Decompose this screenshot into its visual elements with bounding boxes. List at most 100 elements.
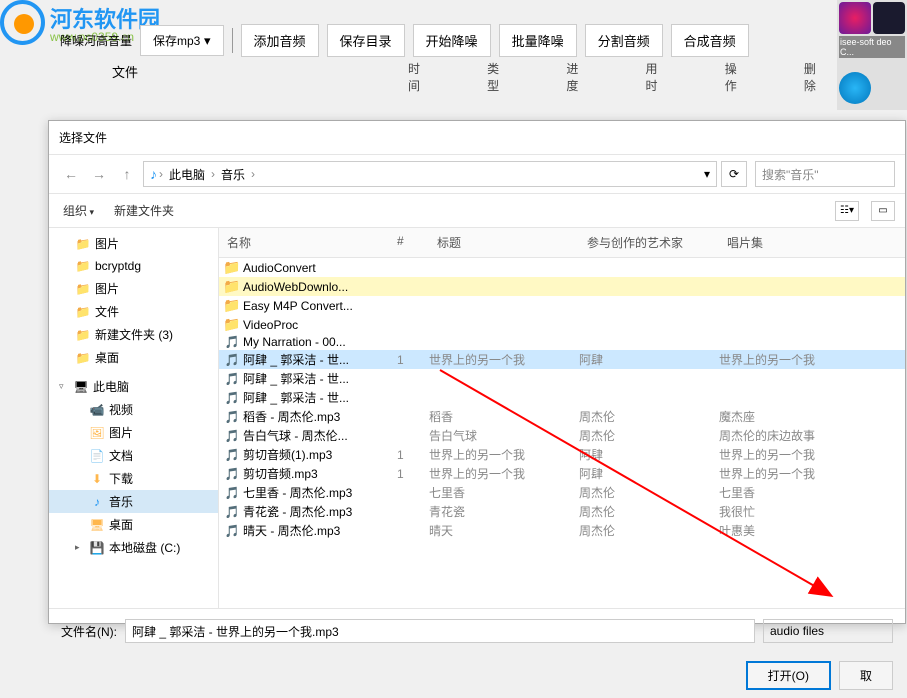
tree-item-music[interactable]: ♪音乐 — [49, 490, 218, 513]
file-title: 七里香 — [429, 484, 579, 501]
search-input[interactable]: 搜索"音乐" — [755, 161, 895, 187]
file-row[interactable]: 🎵剪切音频(1).mp31世界上的另一个我阿肆世界上的另一个我 — [219, 445, 905, 464]
tree-item-disk[interactable]: ▸💾本地磁盘 (C:) — [49, 536, 218, 559]
col-progress: 进度 — [558, 56, 589, 80]
col-type: 类型 — [479, 56, 510, 80]
header-title[interactable]: 标题 — [429, 228, 579, 257]
image-icon: 🖼 — [89, 425, 105, 441]
organize-toolbar: 组织 新建文件夹 ☷▾ ▭ — [49, 194, 905, 228]
file-type-filter[interactable]: audio files — [763, 619, 893, 643]
tree-label: 视频 — [109, 401, 133, 418]
desktop-icons-area: isee-soft deo C... — [837, 0, 907, 110]
view-details-button[interactable]: ▭ — [871, 201, 895, 221]
file-title: 晴天 — [429, 522, 579, 539]
start-denoise-button[interactable]: 开始降噪 — [413, 24, 491, 57]
file-row[interactable]: 🎵告白气球 - 周杰伦...告白气球周杰伦周杰伦的床边故事 — [219, 426, 905, 445]
breadcrumb-path[interactable]: ♪ › 此电脑 › 音乐 › ▾ — [143, 161, 717, 187]
file-name: 阿肆 _ 郭采洁 - 世... — [239, 389, 389, 406]
tree-item-desktop[interactable]: 🖥桌面 — [49, 513, 218, 536]
file-row[interactable]: 📁VideoProc — [219, 315, 905, 334]
tree-item-video[interactable]: 📹视频 — [49, 398, 218, 421]
file-row[interactable]: 🎵晴天 - 周杰伦.mp3晴天周杰伦叶惠美 — [219, 521, 905, 540]
nav-up-icon[interactable]: ↑ — [115, 162, 139, 186]
file-row[interactable]: 🎵剪切音频.mp31世界上的另一个我阿肆世界上的另一个我 — [219, 464, 905, 483]
tree-item[interactable]: 📁bcryptdg — [49, 255, 218, 277]
merge-audio-button[interactable]: 合成音频 — [671, 24, 749, 57]
file-track-num: 1 — [389, 467, 429, 481]
nav-back-icon[interactable]: ← — [59, 162, 83, 186]
add-audio-button[interactable]: 添加音频 — [241, 24, 319, 57]
tree-label: 桌面 — [95, 349, 119, 366]
doc-icon: 📄 — [89, 448, 105, 464]
breadcrumb-dropdown-icon[interactable]: ▾ — [704, 167, 710, 181]
nav-forward-icon[interactable]: → — [87, 162, 111, 186]
tree-section-this-pc[interactable]: ▿🖥此电脑 — [49, 375, 218, 398]
file-name: 稻香 - 周杰伦.mp3 — [239, 408, 389, 425]
audio-file-icon: 🎵 — [225, 486, 240, 500]
tree-item-doc[interactable]: 📄文档 — [49, 444, 218, 467]
tree-item[interactable]: 📁图片 — [49, 277, 218, 300]
file-row[interactable]: 🎵阿肆 _ 郭采洁 - 世...1世界上的另一个我阿肆世界上的另一个我 — [219, 350, 905, 369]
file-track-num: 1 — [389, 353, 429, 367]
col-action: 操作 — [717, 56, 748, 80]
split-audio-button[interactable]: 分割音频 — [585, 24, 663, 57]
batch-denoise-button[interactable]: 批量降噪 — [499, 24, 577, 57]
refresh-button[interactable]: ⟳ — [721, 161, 747, 187]
cancel-button[interactable]: 取 — [839, 661, 893, 690]
file-row[interactable]: 📁Easy M4P Convert... — [219, 296, 905, 315]
file-row[interactable]: 🎵稻香 - 周杰伦.mp3稻香周杰伦魔杰座 — [219, 407, 905, 426]
tree-label: 下载 — [109, 470, 133, 487]
tree-label: 文件 — [95, 303, 119, 320]
open-button[interactable]: 打开(O) — [746, 661, 831, 690]
expand-icon: ▿ — [59, 381, 69, 392]
desktop-app-icon[interactable] — [839, 2, 871, 34]
file-row[interactable]: 🎵青花瓷 - 周杰伦.mp3青花瓷周杰伦我很忙 — [219, 502, 905, 521]
header-artist[interactable]: 参与创作的艺术家 — [579, 228, 719, 257]
separator — [232, 28, 233, 53]
file-row[interactable]: 📁AudioWebDownlo... — [219, 277, 905, 296]
save-dir-button[interactable]: 保存目录 — [327, 24, 405, 57]
file-album: 七里香 — [719, 484, 905, 501]
breadcrumb-music[interactable]: 音乐 — [217, 164, 249, 185]
header-album[interactable]: 唱片集 — [719, 228, 905, 257]
file-row[interactable]: 🎵阿肆 _ 郭采洁 - 世... — [219, 369, 905, 388]
file-row[interactable]: 📁AudioConvert — [219, 258, 905, 277]
desktop-app-icon[interactable] — [839, 72, 871, 104]
file-title: 世界上的另一个我 — [429, 351, 579, 368]
dialog-title: 选择文件 — [49, 121, 905, 155]
file-row[interactable]: 🎵七里香 - 周杰伦.mp3七里香周杰伦七里香 — [219, 483, 905, 502]
tree-item[interactable]: 📁文件 — [49, 300, 218, 323]
organize-dropdown[interactable]: 组织 — [59, 200, 98, 221]
folder-icon: 📁 — [75, 281, 91, 297]
save-format-dropdown[interactable]: 保存mp3 ▾ — [140, 25, 224, 56]
tree-item[interactable]: 📁图片 — [49, 232, 218, 255]
tree-label: bcryptdg — [95, 259, 141, 273]
new-folder-button[interactable]: 新建文件夹 — [110, 200, 178, 221]
col-time: 时间 — [400, 56, 431, 80]
header-track-num[interactable]: # — [389, 228, 429, 257]
desktop-app-icon[interactable] — [873, 2, 905, 34]
breadcrumb-this-pc[interactable]: 此电脑 — [165, 164, 209, 185]
filename-input[interactable] — [125, 619, 755, 643]
view-mode-button[interactable]: ☷▾ — [835, 201, 859, 221]
file-artist: 周杰伦 — [579, 503, 719, 520]
file-row[interactable]: 🎵My Narration - 00... — [219, 334, 905, 350]
file-name: AudioWebDownlo... — [239, 280, 389, 294]
file-list-headers: 名称 # 标题 参与创作的艺术家 唱片集 — [219, 228, 905, 258]
tree-item-image[interactable]: 🖼图片 — [49, 421, 218, 444]
file-artist: 阿肆 — [579, 465, 719, 482]
col-delete: 删除 — [796, 56, 827, 80]
breadcrumb-row: ← → ↑ ♪ › 此电脑 › 音乐 › ▾ ⟳ 搜索"音乐" — [49, 155, 905, 194]
tree-label: 本地磁盘 (C:) — [109, 539, 180, 556]
file-open-dialog: 选择文件 ← → ↑ ♪ › 此电脑 › 音乐 › ▾ ⟳ 搜索"音乐" 组织 … — [48, 120, 906, 624]
file-name: 剪切音频(1).mp3 — [239, 446, 389, 463]
file-album: 世界上的另一个我 — [719, 351, 905, 368]
tree-item-download[interactable]: ⬇下载 — [49, 467, 218, 490]
file-row[interactable]: 🎵阿肆 _ 郭采洁 - 世... — [219, 388, 905, 407]
tree-item[interactable]: 📁桌面 — [49, 346, 218, 369]
tree-item[interactable]: 📁新建文件夹 (3) — [49, 323, 218, 346]
header-name[interactable]: 名称 — [219, 228, 389, 257]
file-name: Easy M4P Convert... — [239, 299, 389, 313]
file-name: AudioConvert — [239, 261, 389, 275]
desktop-icon: 🖥 — [89, 517, 105, 533]
